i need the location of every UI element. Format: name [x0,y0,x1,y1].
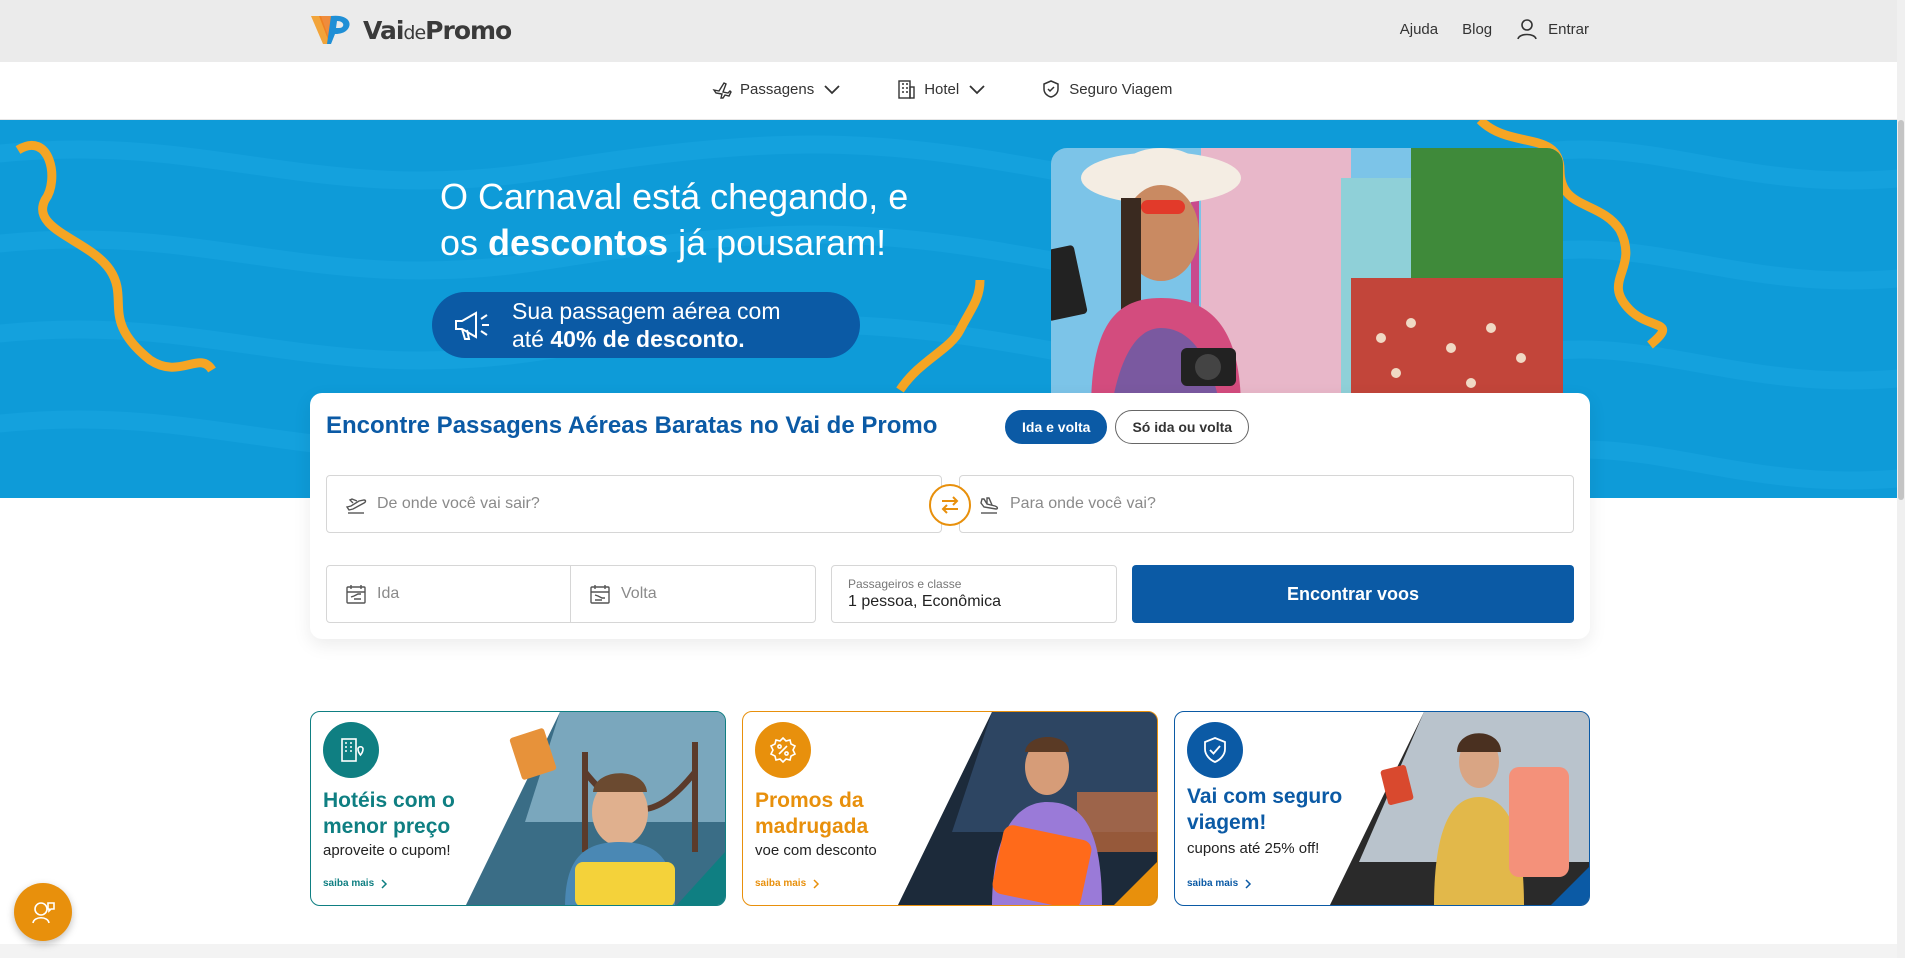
destination-input[interactable]: Para onde você vai? [959,475,1574,533]
travel-insurance-photo [1329,712,1589,905]
chevron-right-icon [1245,878,1252,889]
dawn-deals-photo [897,712,1157,905]
main-nav: Passagens Hotel Seguro Viagem [0,62,1905,120]
support-chat-button[interactable] [14,883,72,941]
scrollbar-thumb[interactable] [1898,120,1904,500]
trip-type-toggle: Ida e volta Só ida ou volta [1005,410,1250,444]
passengers-label: Passageiros e classe [848,577,962,591]
one-way-option[interactable]: Só ida ou volta [1115,410,1250,444]
search-title: Encontre Passagens Aéreas Baratas no Vai… [326,412,938,439]
discount-badge-icon [769,736,797,764]
nav-item-passagens[interactable]: Passagens [712,79,842,99]
swap-locations-button[interactable] [929,484,971,526]
swap-arrows-icon [941,496,959,514]
hotel-icon [341,738,364,762]
help-link[interactable]: Ajuda [1400,21,1438,38]
find-flights-button[interactable]: Encontrar voos [1132,565,1574,623]
user-icon [1517,19,1537,40]
destination-placeholder: Para onde você vai? [1010,495,1156,512]
card-title: Vai com seguro viagem! [1187,785,1343,834]
promo-card-hotels[interactable]: Hotéis com o menor preço aproveite o cup… [310,711,726,906]
chevron-down-icon [969,85,985,95]
page-footer-edge [0,944,1905,958]
blog-link[interactable]: Blog [1462,21,1492,38]
flight-search-form: Encontre Passagens Aéreas Baratas no Vai… [310,393,1590,639]
landing-icon [980,497,999,514]
nav-item-seguro-viagem[interactable]: Seguro Viagem [1041,79,1172,99]
site-logo[interactable]: VaidePromo [309,12,512,48]
login-label: Entrar [1548,20,1589,38]
card-more-link[interactable]: saiba mais [1187,878,1252,889]
card-more-link[interactable]: saiba mais [323,878,388,889]
card-title: Hotéis com o menor preço [323,789,455,838]
nav-label: Seguro Viagem [1069,80,1173,98]
insurance-badge [1187,722,1243,778]
card-subtitle: aproveite o cupom! [323,842,451,859]
return-date-input[interactable]: Volta [570,565,816,623]
card-subtitle: cupons até 25% off! [1187,840,1320,857]
logo-wordmark: VaidePromo [363,15,512,45]
calendar-icon [590,585,610,604]
card-subtitle: voe com desconto [755,842,877,859]
calendar-icon [346,585,366,604]
takeoff-icon [345,498,367,514]
nav-item-hotel[interactable]: Hotel [896,79,987,99]
discount-pill: Sua passagem aérea com até 40% de descon… [432,292,860,358]
chevron-right-icon [813,878,820,889]
hotel-badge [323,722,379,778]
airplane-icon [712,82,732,99]
chevron-down-icon [824,85,840,95]
login-link[interactable]: Entrar [1516,18,1589,40]
discount-badge [755,722,811,778]
nav-label: Passagens [740,80,815,98]
passengers-value: 1 pessoa, Econômica [848,593,1001,610]
passengers-class-selector[interactable]: Passageiros e classe 1 pessoa, Econômica [831,565,1117,623]
promo-card-dawn-deals[interactable]: Promos da madrugada voe com desconto sai… [742,711,1158,906]
card-title: Promos da madrugada [755,789,869,838]
round-trip-option[interactable]: Ida e volta [1005,410,1108,444]
return-placeholder: Volta [621,585,657,602]
page-scrollbar[interactable] [1897,0,1905,958]
support-agent-icon [32,902,55,924]
building-icon [898,80,915,99]
logo-mark-icon [311,15,350,44]
carnival-traveler-photo [1051,148,1563,410]
chevron-right-icon [381,878,388,889]
promo-card-travel-insurance[interactable]: Vai com seguro viagem! cupons até 25% of… [1174,711,1590,906]
origin-input[interactable]: De onde você vai sair? [326,475,942,533]
departure-date-input[interactable]: Ida [326,565,571,623]
shield-check-icon [1204,737,1226,763]
promo-cards: Hotéis com o menor preço aproveite o cup… [310,711,1590,906]
nav-label: Hotel [924,80,960,98]
card-more-link[interactable]: saiba mais [755,878,820,889]
megaphone-icon [455,311,489,340]
departure-placeholder: Ida [377,585,400,602]
hotel-promo-photo [465,712,725,905]
origin-placeholder: De onde você vai sair? [377,495,540,512]
hero-headline: O Carnaval está chegando, e os descontos… [440,176,909,263]
shield-icon [1043,80,1059,98]
top-bar: VaidePromo Ajuda Blog Entrar [0,0,1905,62]
